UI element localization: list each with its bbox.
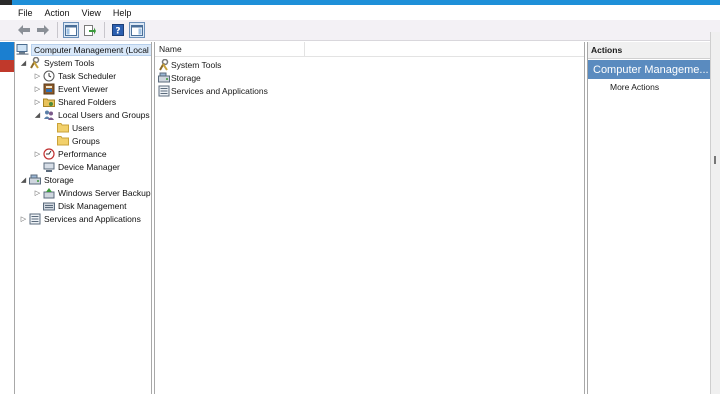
storage-icon [157,72,170,84]
forward-arrow-icon[interactable] [35,22,51,38]
tree-item-groups[interactable]: Groups [56,134,101,147]
folder-icon [56,135,69,147]
collapse-arrow-icon[interactable]: ◢ [33,110,42,119]
expand-arrow-icon[interactable]: ▷ [33,188,42,197]
tree-item-shared-folders[interactable]: ▷ Shared Folders [33,95,117,108]
tree-label: Event Viewer [58,83,108,94]
edge-red-block [0,60,14,72]
disk-management-icon [42,200,55,212]
folder-icon [56,122,69,134]
tree-label: Task Scheduler [58,70,117,81]
tree-label: Computer Management (Local [31,43,151,56]
console-tree: Computer Management (Local ◢ System Tool… [14,42,152,394]
list-item-label: Services and Applications [171,85,268,96]
show-hide-action-pane-icon[interactable] [129,22,145,38]
resize-grip-icon[interactable] [714,156,716,164]
tree-label: System Tools [44,57,95,68]
menu-bar: File Action View Help [0,5,720,20]
tree-label: Disk Management [58,200,127,211]
menu-file[interactable]: File [18,8,33,18]
actions-section-computer-management[interactable]: Computer Manageme... [588,60,711,79]
expand-arrow-icon[interactable]: ▷ [33,149,42,158]
system-tools-icon [157,58,170,71]
shared-folder-icon [42,96,55,108]
tree-item-local-users-groups[interactable]: ◢ Local Users and Groups [33,108,151,121]
edge-blue-block [0,42,14,60]
actions-header: Actions [588,42,711,59]
list-item-label: Storage [171,72,201,83]
tree-label: Performance [58,148,107,159]
export-list-icon[interactable] [82,22,98,38]
tree-label: Windows Server Backup [58,187,151,198]
tree-label: Storage [44,174,74,185]
services-applications-icon [28,213,41,225]
list-item[interactable]: Storage [157,71,201,84]
tree-item-storage[interactable]: ◢ Storage [19,173,75,186]
collapse-arrow-icon[interactable]: ◢ [19,58,28,67]
tree-item-system-tools[interactable]: ◢ System Tools [19,56,95,69]
tree-label: Local Users and Groups [58,109,150,120]
menu-action[interactable]: Action [45,8,70,18]
services-applications-icon [157,85,170,97]
help-icon[interactable]: ? [110,22,126,38]
system-tools-icon [28,56,41,69]
tree-label: Services and Applications [44,213,141,224]
more-actions-link[interactable]: More Actions [610,80,659,93]
tree-item-disk-management[interactable]: Disk Management [42,199,128,212]
actions-pane: Actions Computer Manageme... More Action… [587,42,711,394]
storage-icon [28,174,41,186]
tree-label: Device Manager [58,161,120,172]
expand-arrow-icon[interactable]: ▷ [33,71,42,80]
toolbar-separator [104,22,105,38]
tree-label: Groups [72,135,100,146]
collapse-arrow-icon[interactable]: ◢ [19,175,28,184]
left-window-edge [0,42,14,394]
expand-arrow-icon[interactable]: ▷ [33,97,42,106]
list-item[interactable]: Services and Applications [157,84,268,97]
tree-item-task-scheduler[interactable]: ▷ Task Scheduler [33,69,117,82]
tree-item-computer-management[interactable]: Computer Management (Local [16,43,151,56]
menu-help[interactable]: Help [113,8,132,18]
tree-item-services-applications[interactable]: ▷ Services and Applications [19,212,142,225]
tree-item-windows-server-backup[interactable]: ▷ Windows Server Backup [33,186,151,199]
tree-label: Shared Folders [58,96,117,107]
backup-icon [42,187,55,199]
device-manager-icon [42,161,55,173]
list-item-label: System Tools [171,59,222,70]
tree-item-event-viewer[interactable]: ▷ Event Viewer [33,82,109,95]
tree-item-users[interactable]: Users [56,121,95,134]
list-item[interactable]: System Tools [157,58,221,71]
tree-label: Users [72,122,95,133]
expand-arrow-icon[interactable]: ▷ [19,214,28,223]
computer-management-icon [16,44,29,56]
users-groups-icon [42,109,55,121]
clock-icon [42,70,55,82]
window-resize-edge[interactable] [710,32,720,394]
expand-arrow-icon[interactable]: ▷ [33,84,42,93]
event-viewer-icon [42,83,55,95]
toolbar: ? [0,20,720,41]
show-hide-tree-icon[interactable] [63,22,79,38]
column-header-name[interactable]: Name [155,41,305,57]
tree-item-device-manager[interactable]: Device Manager [42,160,121,173]
back-arrow-icon[interactable] [16,22,32,38]
tree-item-performance[interactable]: ▷ Performance [33,147,108,160]
svg-text:?: ? [115,27,120,37]
list-header: Name [155,41,584,57]
results-pane: Name System Tools Storage Services and A… [154,41,585,394]
menu-view[interactable]: View [82,8,101,18]
performance-icon [42,147,55,160]
toolbar-separator [57,22,58,38]
